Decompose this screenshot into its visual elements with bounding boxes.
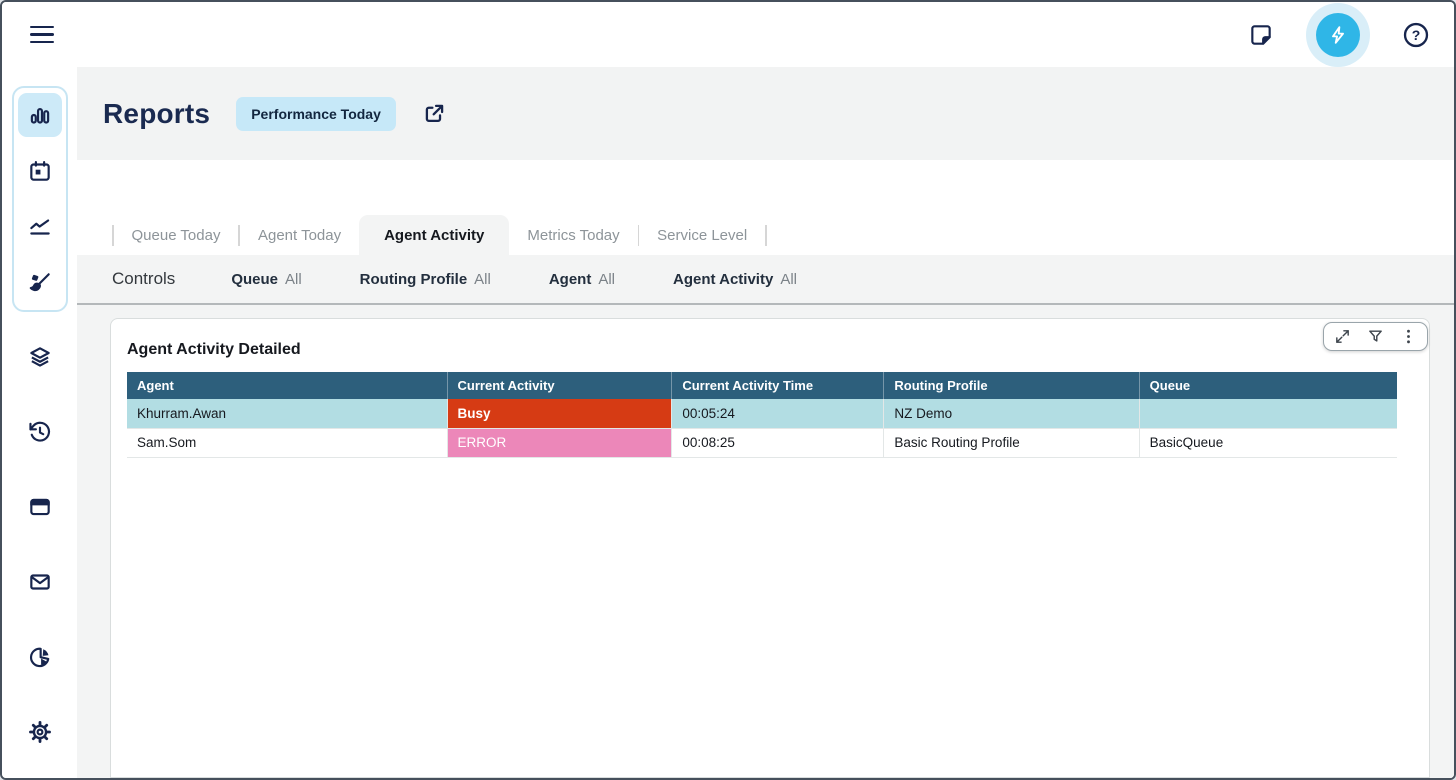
tab-separator bbox=[765, 225, 767, 246]
page-header: Reports Performance Today bbox=[77, 67, 1454, 160]
controls-bar: Controls QueueAll Routing ProfileAll Agent… bbox=[77, 255, 1454, 305]
table-row: Sam.SomERROR00:08:25Basic Routing Profil… bbox=[127, 428, 1397, 457]
table-cell: 00:05:24 bbox=[672, 399, 884, 428]
sidebar-item-calendar[interactable] bbox=[18, 149, 62, 193]
dashboard-panel: Queue TodayAgent TodayAgent ActivityMetr… bbox=[77, 160, 1454, 778]
column-header-agent: Agent bbox=[127, 372, 447, 399]
menu-icon[interactable] bbox=[26, 22, 58, 48]
column-header-routing-profile: Routing Profile bbox=[884, 372, 1139, 399]
controls-label: Controls bbox=[112, 269, 175, 289]
table-cell: NZ Demo bbox=[884, 399, 1139, 428]
table-cell: BasicQueue bbox=[1139, 428, 1397, 457]
column-header-queue: Queue bbox=[1139, 372, 1397, 399]
card-title: Agent Activity Detailed bbox=[127, 341, 1397, 359]
sidebar-item-history[interactable] bbox=[18, 410, 62, 454]
filter-agent-activity[interactable]: Agent ActivityAll bbox=[673, 271, 797, 288]
page-title: Reports bbox=[103, 98, 210, 130]
sidebar-item-layers[interactable] bbox=[18, 335, 62, 379]
top-bar: ? bbox=[2, 2, 1454, 67]
expand-icon[interactable] bbox=[1334, 328, 1351, 345]
tab-band: Queue TodayAgent TodayAgent ActivityMetr… bbox=[77, 160, 1454, 255]
sidebar-report-group bbox=[12, 86, 68, 312]
note-icon[interactable] bbox=[1248, 22, 1274, 48]
performance-today-badge: Performance Today bbox=[236, 97, 396, 131]
lightning-icon[interactable] bbox=[1316, 13, 1360, 57]
tab-agent-today[interactable]: Agent Today bbox=[240, 215, 359, 255]
column-header-current-activity-time: Current Activity Time bbox=[672, 372, 884, 399]
table-cell: Sam.Som bbox=[127, 428, 447, 457]
table-cell: Khurram.Awan bbox=[127, 399, 447, 428]
sidebar-item-bar-chart[interactable] bbox=[18, 93, 62, 137]
sidebar bbox=[2, 67, 77, 778]
app-window: ? bbox=[0, 0, 1456, 780]
agent-activity-table: AgentCurrent ActivityCurrent Activity Ti… bbox=[127, 372, 1397, 458]
sidebar-item-design-brush[interactable] bbox=[18, 261, 62, 305]
table-header-row: AgentCurrent ActivityCurrent Activity Ti… bbox=[127, 372, 1397, 399]
sidebar-item-mail[interactable] bbox=[18, 560, 62, 604]
filter-funnel-icon[interactable] bbox=[1367, 328, 1384, 345]
card-area: Agent Activity Detailed AgentCurrent Act… bbox=[77, 305, 1454, 778]
table-cell: Basic Routing Profile bbox=[884, 428, 1139, 457]
tab-queue-today[interactable]: Queue Today bbox=[114, 215, 239, 255]
status-cell: Busy bbox=[447, 399, 672, 428]
filter-agent[interactable]: AgentAll bbox=[549, 271, 615, 288]
sidebar-item-pie-chart[interactable] bbox=[18, 635, 62, 679]
sidebar-item-line-chart[interactable] bbox=[18, 205, 62, 249]
table-cell bbox=[1139, 399, 1397, 428]
filter-routing-profile[interactable]: Routing ProfileAll bbox=[360, 271, 491, 288]
kebab-menu-icon[interactable] bbox=[1400, 328, 1417, 345]
table-body: Khurram.AwanBusy00:05:24NZ DemoSam.SomER… bbox=[127, 399, 1397, 457]
svg-text:?: ? bbox=[1412, 26, 1421, 42]
table-row: Khurram.AwanBusy00:05:24NZ Demo bbox=[127, 399, 1397, 428]
main-content: Reports Performance Today Queue TodayAge… bbox=[77, 67, 1454, 778]
tab-service-level[interactable]: Service Level bbox=[639, 215, 765, 255]
column-header-current-activity: Current Activity bbox=[447, 372, 672, 399]
sidebar-item-settings-gear[interactable] bbox=[18, 710, 62, 754]
status-cell: ERROR bbox=[447, 428, 672, 457]
top-bar-actions: ? bbox=[1248, 13, 1430, 57]
table-cell: 00:08:25 bbox=[672, 428, 884, 457]
help-icon[interactable]: ? bbox=[1402, 21, 1430, 49]
filter-queue[interactable]: QueueAll bbox=[231, 271, 301, 288]
filter-list: QueueAll Routing ProfileAll AgentAll Agent … bbox=[231, 271, 855, 288]
tab-agent-activity[interactable]: Agent Activity bbox=[359, 215, 509, 255]
agent-activity-card: Agent Activity Detailed AgentCurrent Act… bbox=[110, 318, 1430, 778]
sidebar-secondary-group bbox=[18, 335, 62, 754]
tab-list: Queue TodayAgent TodayAgent ActivityMetr… bbox=[112, 215, 767, 255]
tab-metrics-today[interactable]: Metrics Today bbox=[509, 215, 637, 255]
sidebar-item-browser-window[interactable] bbox=[18, 485, 62, 529]
card-toolbar bbox=[1323, 322, 1428, 351]
external-link-icon[interactable] bbox=[422, 101, 447, 126]
